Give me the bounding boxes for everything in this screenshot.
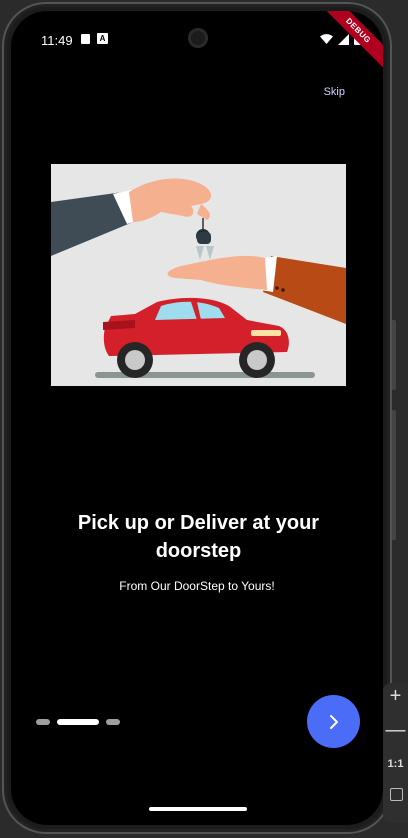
wifi-icon xyxy=(320,33,333,44)
next-button[interactable] xyxy=(307,695,360,748)
status-time: 11:49 xyxy=(41,33,73,48)
skip-button[interactable]: Skip xyxy=(324,86,345,98)
home-indicator[interactable] xyxy=(149,807,247,811)
signal-icon xyxy=(338,33,349,45)
page-dot-active xyxy=(57,719,99,725)
sd-card-icon xyxy=(81,34,90,44)
a-icon: A xyxy=(97,33,108,44)
device-frame: 11:49 A DEBUG Skip Pick up or Deliver at… xyxy=(2,2,392,834)
page-dot xyxy=(106,719,120,725)
status-bar: 11:49 A xyxy=(11,11,383,51)
page-subtitle: From Our DoorStep to Yours! xyxy=(119,579,275,593)
zoom-out-button[interactable]: — xyxy=(383,719,408,742)
volume-button xyxy=(392,410,396,540)
page-title: Pick up or Deliver at your doorstep xyxy=(77,512,320,562)
illustration-art xyxy=(51,178,346,378)
page-dot xyxy=(36,719,50,725)
ratio-button[interactable]: 1:1 xyxy=(383,758,408,770)
car-key-handover-illustration xyxy=(51,164,346,386)
app-screen: 11:49 A DEBUG Skip Pick up or Deliver at… xyxy=(11,11,383,825)
front-camera xyxy=(188,28,208,48)
chevron-right-icon xyxy=(329,714,338,729)
emulator-side-panel: + — 1:1 xyxy=(383,683,408,823)
power-button xyxy=(392,320,396,390)
zoom-in-button[interactable]: + xyxy=(383,685,408,708)
fit-screen-icon[interactable] xyxy=(390,788,403,801)
page-indicator xyxy=(36,719,120,725)
